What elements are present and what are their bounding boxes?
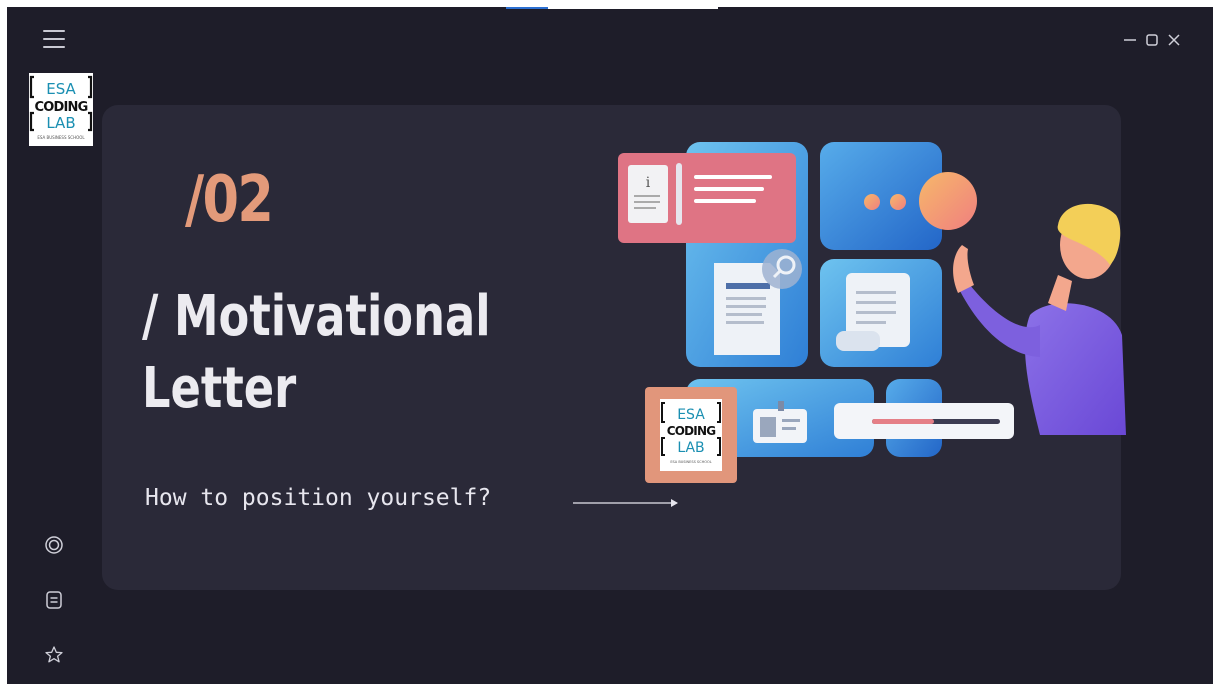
close-icon[interactable] — [1165, 31, 1183, 49]
illustration: i ESA CODING LAB ESA BUSINESS SCHOOL — [618, 142, 1126, 483]
target-icon[interactable] — [44, 535, 64, 555]
orange-circle — [919, 172, 977, 230]
svg-text:ESA BUSINESS SCHOOL: ESA BUSINESS SCHOOL — [37, 135, 85, 140]
svg-text:ESA BUSINESS SCHOOL: ESA BUSINESS SCHOOL — [670, 460, 711, 464]
slide-number: /02 — [185, 163, 274, 237]
slide-title-line1: / Motivational — [142, 284, 491, 349]
svg-text:LAB: LAB — [677, 440, 704, 456]
maximize-icon[interactable] — [1143, 31, 1161, 49]
arrow-right-icon — [573, 499, 678, 507]
slide-title: / Motivational Letter — [142, 281, 558, 425]
esa-coding-lab-logo[interactable]: ESA CODING LAB ESA BUSINESS SCHOOL — [29, 73, 93, 146]
svg-text:i: i — [646, 175, 651, 191]
person-figure — [1024, 303, 1126, 435]
slide-subtitle: How to position yourself? — [145, 485, 492, 511]
svg-text:ESA: ESA — [46, 80, 76, 98]
svg-text:CODING: CODING — [35, 100, 88, 115]
hamburger-menu-icon[interactable] — [43, 27, 65, 51]
top-indicator-strip — [506, 7, 718, 9]
app-window: ESA CODING LAB ESA BUSINESS SCHOOL /02 /… — [7, 7, 1213, 684]
slide-card: /02 / Motivational Letter How to positio… — [102, 105, 1126, 590]
svg-text:CODING: CODING — [667, 424, 716, 438]
document-icon[interactable] — [44, 590, 64, 610]
svg-text:LAB: LAB — [46, 114, 75, 132]
star-icon[interactable] — [44, 645, 64, 665]
svg-text:ESA: ESA — [677, 407, 705, 423]
slide-title-line2: Letter — [142, 356, 297, 421]
minimize-icon[interactable] — [1121, 31, 1139, 49]
